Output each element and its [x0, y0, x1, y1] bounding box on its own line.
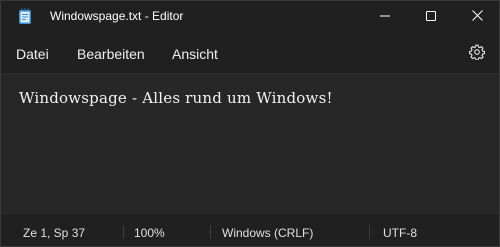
- status-divider: [123, 225, 124, 239]
- line-ending: Windows (CRLF): [222, 226, 314, 240]
- text-editor[interactable]: Windowspage - Alles rund um Windows!: [1, 73, 499, 213]
- editor-content[interactable]: Windowspage - Alles rund um Windows!: [19, 89, 333, 107]
- status-divider: [210, 225, 211, 239]
- menu-bar: Datei Bearbeiten Ansicht: [1, 33, 499, 73]
- minimize-icon: [380, 8, 390, 26]
- gear-icon: [469, 44, 485, 65]
- notepad-icon: [18, 8, 32, 25]
- close-button[interactable]: [454, 1, 500, 33]
- title-bar[interactable]: Windowspage.txt - Editor: [1, 1, 499, 33]
- menu-edit[interactable]: Bearbeiten: [77, 46, 145, 62]
- notepad-window: Windowspage.txt - Editor Datei Bearbeite…: [0, 0, 500, 247]
- maximize-icon: [426, 8, 436, 26]
- status-bar: Ze 1, Sp 37 100% Windows (CRLF) UTF-8: [1, 213, 499, 246]
- status-divider: [369, 225, 370, 239]
- window-title: Windowspage.txt - Editor: [50, 9, 184, 23]
- encoding: UTF-8: [383, 226, 417, 240]
- close-icon: [471, 8, 483, 26]
- zoom-level: 100%: [134, 226, 165, 240]
- settings-button[interactable]: [465, 42, 489, 66]
- maximize-button[interactable]: [408, 1, 454, 33]
- minimize-button[interactable]: [362, 1, 408, 33]
- cursor-position: Ze 1, Sp 37: [23, 226, 86, 240]
- menu-view[interactable]: Ansicht: [172, 46, 218, 62]
- menu-file[interactable]: Datei: [16, 46, 49, 62]
